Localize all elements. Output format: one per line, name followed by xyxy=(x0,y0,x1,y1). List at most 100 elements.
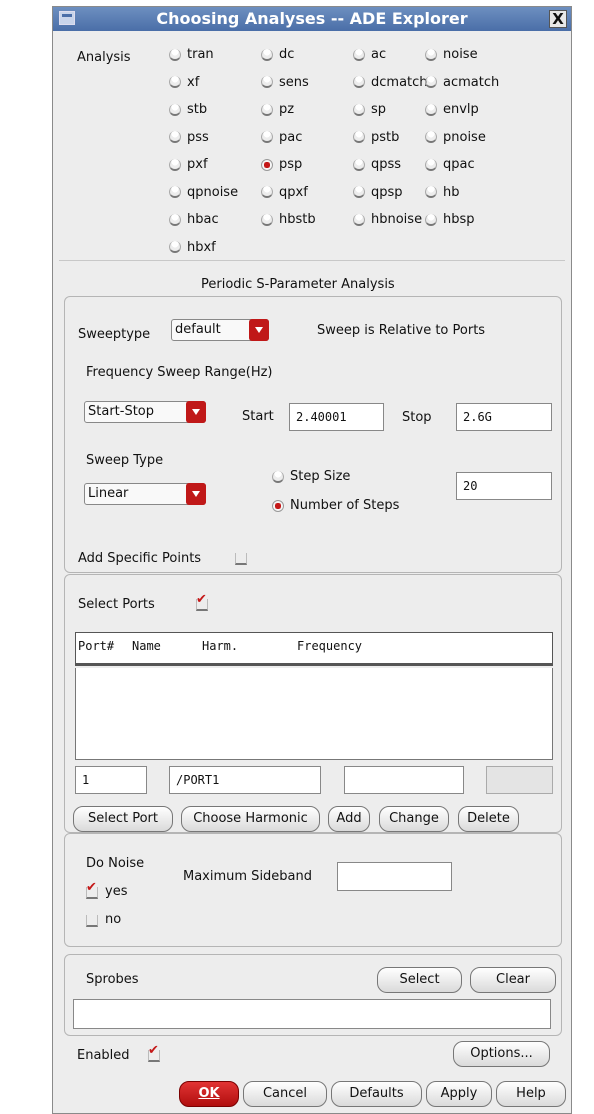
analysis-option-label: qpsp xyxy=(371,184,403,200)
do-noise-label: Do Noise xyxy=(86,856,145,871)
analysis-option-label: pxf xyxy=(187,157,208,172)
analysis-radio-qpxf[interactable]: qpxf xyxy=(261,185,308,200)
radio-icon xyxy=(261,158,273,171)
analysis-radio-sens[interactable]: sens xyxy=(261,75,309,90)
sweep-group: Sweeptype default Sweep is Relative to P… xyxy=(64,296,562,573)
ok-button[interactable]: OK xyxy=(179,1081,239,1107)
noise-no-checkbox[interactable] xyxy=(86,915,98,927)
analysis-option-label: hbsp xyxy=(443,212,475,227)
analysis-radio-hbxf[interactable]: hbxf xyxy=(169,240,216,255)
radio-icon xyxy=(425,103,437,116)
cancel-label: Cancel xyxy=(262,1086,308,1101)
sprobes-clear-button[interactable]: Clear xyxy=(470,967,556,993)
analysis-radio-dc[interactable]: dc xyxy=(261,47,294,62)
ports-table-header: Port# Name Harm. Frequency xyxy=(75,632,553,666)
ok-label: OK xyxy=(198,1086,220,1101)
number-of-steps-radio[interactable]: Number of Steps xyxy=(272,498,399,513)
noise-yes-checkbox[interactable] xyxy=(86,880,98,899)
select-port-button[interactable]: Select Port xyxy=(73,806,173,832)
analysis-radio-xf[interactable]: xf xyxy=(169,75,199,90)
harmonic-field[interactable] xyxy=(344,766,464,794)
analysis-radio-pss[interactable]: pss xyxy=(169,130,209,145)
radio-icon xyxy=(425,186,437,198)
options-button[interactable]: Options... xyxy=(453,1041,550,1067)
analysis-radio-sp[interactable]: sp xyxy=(353,102,386,117)
analysis-radio-acmatch[interactable]: acmatch xyxy=(425,75,499,90)
sweep-type-select[interactable]: Linear xyxy=(84,483,206,505)
separator xyxy=(59,260,565,261)
analysis-radio-hbsp[interactable]: hbsp xyxy=(425,212,475,227)
help-button[interactable]: Help xyxy=(496,1081,566,1107)
ports-list[interactable] xyxy=(75,668,553,760)
window-menu-icon[interactable] xyxy=(59,11,75,25)
sprobes-field[interactable] xyxy=(73,999,551,1029)
analysis-radio-qpnoise[interactable]: qpnoise xyxy=(169,185,238,200)
change-button[interactable]: Change xyxy=(379,806,449,832)
analysis-radio-qpac[interactable]: qpac xyxy=(425,157,475,172)
analysis-option-label: tran xyxy=(187,47,214,62)
analysis-radio-hbnoise[interactable]: hbnoise xyxy=(353,212,422,227)
sweeptype-select[interactable]: default xyxy=(171,319,269,341)
col-frequency: Frequency xyxy=(297,639,363,653)
analysis-option-label: xf xyxy=(187,74,200,90)
analysis-option-label: stb xyxy=(187,102,208,117)
port-number-field[interactable]: 1 xyxy=(75,766,147,794)
analysis-radio-hb[interactable]: hb xyxy=(425,185,460,200)
analysis-option-label: qpss xyxy=(371,157,402,172)
noise-group: Do Noise yes no Maximum Sideband xyxy=(64,833,562,947)
port-name-field[interactable]: /PORT1 xyxy=(169,766,321,794)
step-size-radio[interactable]: Step Size xyxy=(272,469,350,484)
add-specific-points-checkbox[interactable] xyxy=(235,553,247,565)
analysis-radio-pz[interactable]: pz xyxy=(261,102,294,117)
analysis-radio-noise[interactable]: noise xyxy=(425,47,478,62)
add-specific-points-label: Add Specific Points xyxy=(78,551,202,566)
chevron-down-icon xyxy=(186,401,206,423)
range-mode-select[interactable]: Start-Stop xyxy=(84,401,206,423)
analysis-radio-hbac[interactable]: hbac xyxy=(169,212,219,227)
enabled-checkbox[interactable] xyxy=(148,1043,160,1062)
analysis-radio-pstb[interactable]: pstb xyxy=(353,130,399,145)
max-sideband-field[interactable] xyxy=(337,862,452,891)
steps-field[interactable]: 20 xyxy=(456,472,552,500)
analysis-option-label: qpnoise xyxy=(187,184,239,200)
analysis-radio-tran[interactable]: tran xyxy=(169,47,214,62)
sprobes-select-button[interactable]: Select xyxy=(377,967,462,993)
analysis-radio-pac[interactable]: pac xyxy=(261,130,302,145)
add-button[interactable]: Add xyxy=(328,806,370,832)
radio-icon xyxy=(261,76,273,88)
radio-icon xyxy=(169,186,181,198)
close-icon[interactable]: X xyxy=(549,10,567,28)
analysis-option-label: pz xyxy=(279,102,295,117)
analysis-radio-dcmatch[interactable]: dcmatch xyxy=(353,75,428,90)
analysis-option-label: hbnoise xyxy=(371,212,423,227)
col-name: Name xyxy=(132,639,161,653)
radio-icon xyxy=(169,48,181,61)
analysis-radio-psp[interactable]: psp xyxy=(261,157,302,172)
delete-button[interactable]: Delete xyxy=(458,806,519,832)
range-mode-value: Start-Stop xyxy=(88,404,155,419)
analysis-radio-hbstb[interactable]: hbstb xyxy=(261,212,316,227)
analysis-radio-pxf[interactable]: pxf xyxy=(169,157,208,172)
analysis-option-label: pstb xyxy=(371,129,400,145)
title-bar[interactable]: Choosing Analyses -- ADE Explorer X xyxy=(53,7,571,31)
number-of-steps-label: Number of Steps xyxy=(290,498,400,513)
analysis-radio-ac[interactable]: ac xyxy=(353,47,386,62)
analysis-radio-pnoise[interactable]: pnoise xyxy=(425,130,486,145)
choose-harmonic-button[interactable]: Choose Harmonic xyxy=(181,806,320,832)
start-field[interactable]: 2.40001 xyxy=(289,403,384,431)
analysis-option-label: qpac xyxy=(443,157,475,172)
defaults-button[interactable]: Defaults xyxy=(331,1081,422,1107)
select-ports-checkbox[interactable] xyxy=(196,592,208,611)
cancel-button[interactable]: Cancel xyxy=(243,1081,327,1107)
analysis-radio-qpsp[interactable]: qpsp xyxy=(353,185,403,200)
analysis-radio-stb[interactable]: stb xyxy=(169,102,207,117)
radio-icon xyxy=(261,103,273,116)
stop-field[interactable]: 2.6G xyxy=(456,403,552,431)
analysis-radio-qpss[interactable]: qpss xyxy=(353,157,401,172)
sweeptype-value: default xyxy=(175,322,221,337)
analysis-option-label: pac xyxy=(279,129,303,145)
radio-icon xyxy=(169,241,181,253)
analysis-radio-envlp[interactable]: envlp xyxy=(425,102,479,117)
radio-icon xyxy=(425,158,437,171)
apply-button[interactable]: Apply xyxy=(426,1081,492,1107)
